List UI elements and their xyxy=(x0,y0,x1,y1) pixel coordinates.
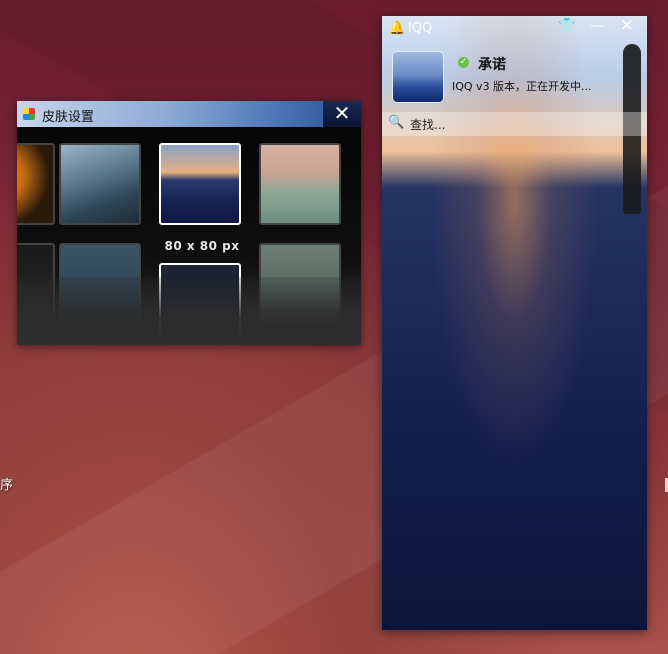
thumb-size-label: 80 x 80 px xyxy=(164,239,240,253)
skin-thumb-waves[interactable] xyxy=(59,143,141,225)
search-input[interactable]: 查找... xyxy=(410,116,445,133)
skin-thumb-blue-beach[interactable] xyxy=(159,143,241,225)
skin-close-button[interactable]: ✕ xyxy=(323,101,361,127)
skin-settings-window: 皮肤设置 ✕ 80 x 80 px xyxy=(17,101,361,345)
skin-thumb-sunset[interactable] xyxy=(17,143,55,225)
iqq-window-title: IQQ xyxy=(408,21,433,36)
nickname: 承诺 xyxy=(478,57,506,73)
desktop-icon-label[interactable]: 序 xyxy=(0,474,13,493)
iqq-logo-icon: 🔔 xyxy=(389,21,406,36)
signature-text[interactable]: IQQ v3 版本，正在开发中... xyxy=(452,78,592,94)
skin-window-titlebar[interactable]: 皮肤设置 ✕ xyxy=(17,101,361,127)
skin-app-icon xyxy=(23,108,35,120)
avatar[interactable] xyxy=(393,52,443,102)
skin-thumb-dark[interactable] xyxy=(17,243,55,325)
skin-window-title: 皮肤设置 xyxy=(42,110,95,125)
close-button[interactable]: ✕ xyxy=(612,16,642,38)
skin-grid: 80 x 80 px xyxy=(17,127,361,345)
search-bar[interactable]: 🔍 查找... xyxy=(382,112,647,136)
skin-thumb-dark-selected[interactable] xyxy=(159,263,241,345)
minimize-button[interactable]: — xyxy=(582,16,612,38)
iqq-main-window: 🔔 IQQ 👕 — ✕ ✓ 承诺 IQQ v3 版本，正在开发中... 🔍 查找… xyxy=(382,16,647,630)
skin-thumb-teal[interactable] xyxy=(59,243,141,325)
online-status-icon[interactable]: ✓ xyxy=(458,57,469,68)
skin-thumb-pink-sea[interactable] xyxy=(259,143,341,225)
skin-thumb-grey[interactable] xyxy=(259,243,341,325)
iqq-titlebar[interactable]: 🔔 IQQ 👕 — ✕ xyxy=(382,16,647,40)
search-icon: 🔍 xyxy=(388,115,405,130)
skin-shirt-icon[interactable]: 👕 xyxy=(552,16,582,38)
